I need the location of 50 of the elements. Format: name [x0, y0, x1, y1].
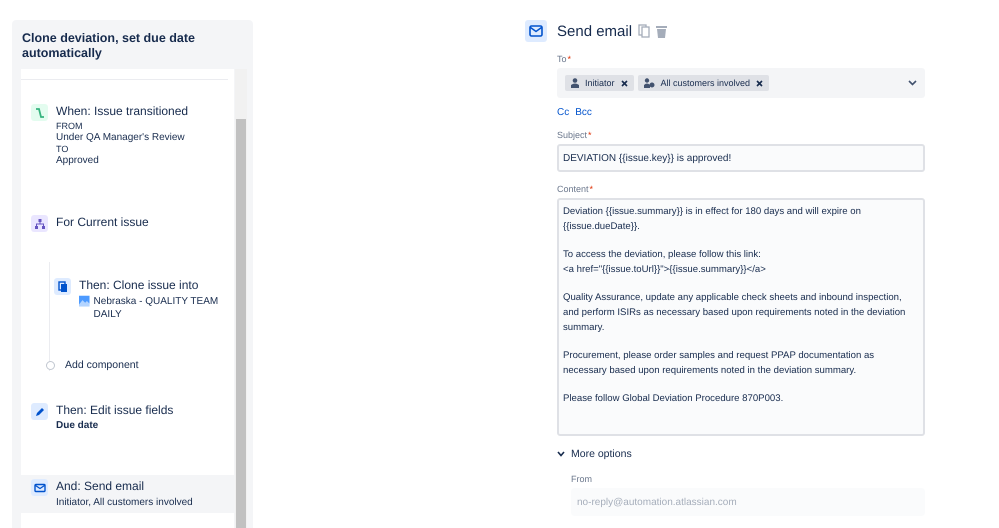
required-mark: *	[568, 54, 572, 64]
more-options-toggle[interactable]: More options	[557, 448, 925, 460]
recipients-field[interactable]: Initiator All customers involved	[557, 68, 925, 98]
cc-link[interactable]: Bcc	[575, 107, 592, 118]
rule-step[interactable]: Then: Edit issue fields Due date	[27, 399, 234, 435]
rule-step[interactable]: When: Issue transitioned FROM Under QA Manager's Review TO Approved	[27, 100, 234, 171]
required-mark: *	[590, 184, 594, 194]
rule-step[interactable]: For Current issue	[27, 211, 234, 236]
step-title: When: Issue transitioned	[56, 104, 188, 118]
envelope-icon	[34, 482, 46, 494]
step-detail: Under QA Manager's Review	[56, 131, 186, 144]
editor-title: Send email	[557, 22, 632, 40]
content-field[interactable]: Deviation {{issue.summary}} is in effect for 180 days and will expire on {{issue.dueDate}}. To access the deviation, please follow this link: <a href="{{issue.toUrl}}">{{issue.summary}}</a> Quality Assurance, update any applicable check sheets and inbound inspection, and perform ISIRs as necessary based upon requirements noted in the deviation summary. Procurement, please order samples and request PPAP documentation as necessary based upon requirements noted in the deviation summary. Please follow Global Deviation Procedure 870P003.	[557, 198, 925, 436]
cc-link[interactable]: Cc	[557, 107, 570, 118]
step-title: Then: Clone issue into	[79, 278, 200, 292]
step-detail: Due date	[56, 420, 100, 431]
subject-field[interactable]: DEVIATION {{issue.key}} is approved!	[557, 144, 925, 172]
chevron-down-icon	[557, 451, 565, 457]
step-title: For Current issue	[56, 215, 149, 229]
field-label: Content*	[557, 184, 594, 194]
rule-title: Clone deviation, set due date automatically	[21, 30, 196, 62]
recipient-tag: All customers involved	[638, 75, 770, 91]
step-detail: Approved	[56, 154, 100, 167]
field-label: From	[571, 474, 593, 484]
rule-step[interactable]: Then: Clone issue into Nebraska - QUALITY TEAM DAILY	[50, 274, 234, 325]
chevron-down-icon[interactable]	[908, 80, 917, 86]
step-detail-label: TO	[56, 144, 70, 154]
hierarchy-icon	[34, 218, 46, 230]
add-component-link[interactable]: Add component	[46, 359, 234, 371]
scrollbar[interactable]	[235, 69, 247, 528]
pencil-icon	[34, 406, 46, 418]
people-icon	[644, 78, 655, 88]
envelope-icon	[525, 20, 547, 42]
field-label: Subject*	[557, 130, 593, 140]
transition-icon	[34, 106, 46, 118]
step-title: Then: Edit issue fields	[56, 403, 174, 417]
step-title: And: Send email	[56, 479, 146, 493]
from-field[interactable]: no-reply@automation.atlassian.com	[571, 488, 925, 516]
person-icon	[571, 78, 579, 88]
step-detail-label: FROM	[56, 121, 84, 131]
remove-icon[interactable]	[756, 80, 764, 86]
remove-icon[interactable]	[620, 80, 628, 86]
copy-icon	[56, 280, 68, 292]
step-detail: Initiator, All customers involved	[56, 496, 193, 509]
rule-step[interactable]: And: Send email Initiator, All customers involved	[21, 475, 234, 513]
required-mark: *	[588, 130, 592, 140]
recipient-tag: Initiator	[565, 75, 634, 91]
project-name: Nebraska - QUALITY TEAM DAILY	[94, 295, 220, 321]
field-label: To*	[557, 54, 572, 64]
project-avatar-icon	[79, 295, 90, 307]
